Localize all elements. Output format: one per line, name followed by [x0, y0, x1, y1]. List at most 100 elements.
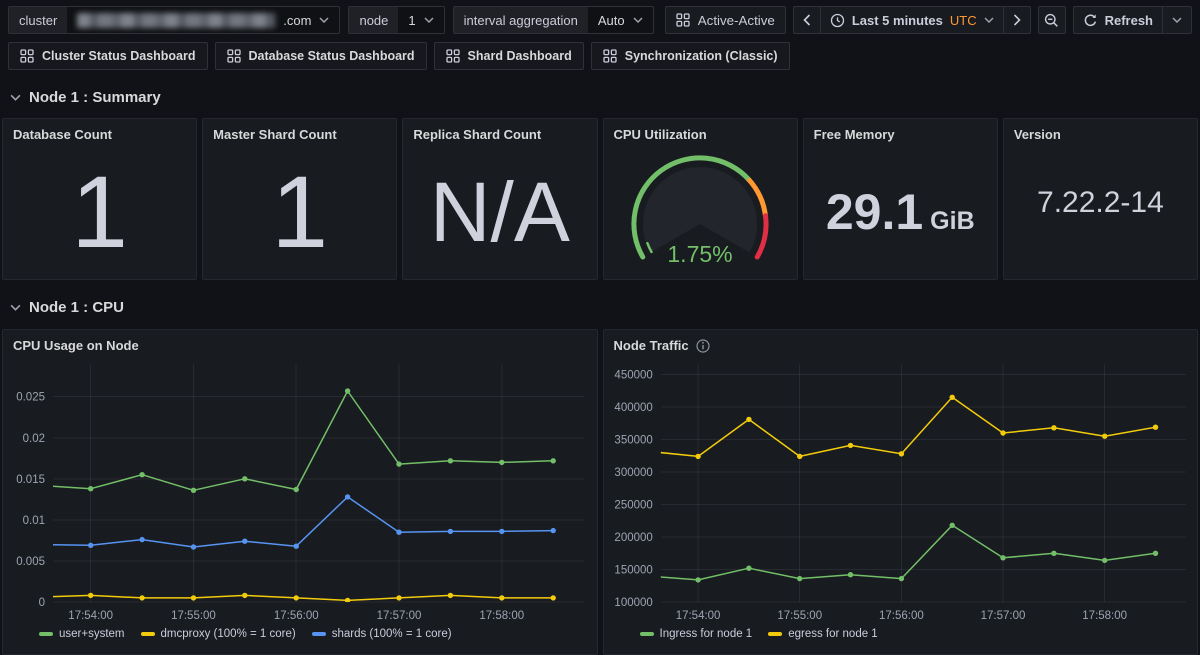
angle-right-icon: [1013, 14, 1021, 26]
panel-title-text: Free Memory: [814, 127, 895, 142]
row-title: Node 1 : Summary: [29, 89, 161, 106]
refresh-picker: Refresh: [1073, 6, 1192, 34]
panel-version: Version 7.22.2-14: [1003, 118, 1198, 280]
zoom-out-icon: [1044, 13, 1059, 28]
panel-title-text: CPU Usage on Node: [13, 338, 139, 353]
interval-aggregation-value[interactable]: Auto: [588, 7, 653, 33]
panel-title[interactable]: CPU Utilization: [604, 119, 797, 146]
time-range-label: Last 5 minutes: [852, 13, 943, 28]
panel-title-text: Master Shard Count: [213, 127, 337, 142]
panel-title[interactable]: Database Count: [3, 119, 196, 146]
topbar: cluster .com node 1 interval aggregation…: [0, 0, 1200, 34]
node-traffic-chart[interactable]: 1000001500002000002500003000003500004000…: [604, 358, 1196, 624]
svg-text:0: 0: [39, 597, 45, 609]
row-header-summary[interactable]: Node 1 : Summary: [10, 86, 1200, 108]
time-shift-forward-button[interactable]: [1003, 7, 1030, 33]
legend-item[interactable]: Ingress for node 1: [640, 628, 753, 640]
legend-swatch: [141, 632, 155, 636]
stat-value: 1: [71, 161, 128, 263]
cpu-usage-chart[interactable]: 00.0050.010.0150.020.02517:54:0017:55:00…: [3, 358, 594, 624]
interval-aggregation-value-text: Auto: [598, 13, 625, 28]
refresh-label: Refresh: [1105, 13, 1153, 28]
active-active-button[interactable]: Active-Active: [665, 6, 786, 34]
legend-item[interactable]: user+system: [39, 628, 125, 640]
svg-text:250000: 250000: [614, 500, 652, 512]
redacted-cluster-name: [77, 13, 275, 28]
cluster-variable-label: cluster: [9, 7, 67, 33]
legend-swatch: [768, 632, 782, 636]
refresh-interval-dropdown[interactable]: [1162, 7, 1191, 33]
node-variable-value[interactable]: 1: [398, 7, 443, 33]
svg-text:150000: 150000: [614, 565, 652, 577]
interval-aggregation-label: interval aggregation: [454, 7, 588, 33]
interval-aggregation-variable[interactable]: interval aggregation Auto: [453, 6, 654, 34]
legend-label: shards (100% = 1 core): [332, 628, 452, 640]
apps-grid-icon: [603, 49, 617, 63]
svg-text:17:57:00: 17:57:00: [980, 610, 1025, 622]
node-variable[interactable]: node 1: [348, 6, 444, 34]
panel-title[interactable]: Version: [1004, 119, 1197, 146]
chevron-down-icon: [1172, 17, 1182, 23]
panel-title-text: CPU Utilization: [614, 127, 707, 142]
svg-text:1.75%: 1.75%: [667, 241, 732, 267]
topbar-right-controls: Active-Active Last 5 minutes UTC Refresh: [665, 6, 1192, 34]
time-range-button[interactable]: Last 5 minutes UTC: [820, 7, 1003, 33]
row-header-cpu[interactable]: Node 1 : CPU: [10, 296, 1200, 318]
info-icon[interactable]: [696, 339, 710, 353]
node-variable-label: node: [349, 7, 398, 33]
link-shard-dashboard[interactable]: Shard Dashboard: [434, 42, 584, 70]
panel-title[interactable]: Node Traffic: [604, 330, 1198, 357]
link-synchronization-classic[interactable]: Synchronization (Classic): [591, 42, 790, 70]
panel-database-count: Database Count 1: [2, 118, 197, 280]
svg-text:350000: 350000: [614, 435, 652, 447]
panel-title[interactable]: Replica Shard Count: [403, 119, 596, 146]
refresh-icon: [1083, 13, 1098, 28]
cluster-variable-value[interactable]: .com: [67, 7, 339, 33]
panel-title[interactable]: CPU Usage on Node: [3, 330, 597, 357]
summary-stats-row: Database Count 1 Master Shard Count 1 Re…: [0, 118, 1200, 280]
panel-title-text: Database Count: [13, 127, 112, 142]
time-shift-back-button[interactable]: [794, 7, 820, 33]
panel-title-text: Replica Shard Count: [413, 127, 541, 142]
legend-label: dmcproxy (100% = 1 core): [161, 628, 296, 640]
apps-grid-icon: [227, 49, 241, 63]
cluster-variable[interactable]: cluster .com: [8, 6, 340, 34]
panel-node-traffic: Node Traffic 100000150000200000250000300…: [603, 329, 1199, 655]
svg-text:400000: 400000: [614, 402, 652, 414]
panel-title[interactable]: Free Memory: [804, 119, 997, 146]
link-database-status-dashboard[interactable]: Database Status Dashboard: [215, 42, 427, 70]
apps-grid-icon: [446, 49, 460, 63]
row-title: Node 1 : CPU: [29, 299, 124, 316]
zoom-out-button[interactable]: [1038, 6, 1066, 34]
svg-text:0.025: 0.025: [16, 392, 45, 404]
panel-title[interactable]: Master Shard Count: [203, 119, 396, 146]
stat-value: N/A: [430, 170, 570, 254]
legend-item[interactable]: shards (100% = 1 core): [312, 628, 452, 640]
panel-master-shard-count: Master Shard Count 1: [202, 118, 397, 280]
svg-text:17:58:00: 17:58:00: [1082, 610, 1127, 622]
svg-text:200000: 200000: [614, 532, 652, 544]
angle-left-icon: [803, 14, 811, 26]
panel-replica-shard-count: Replica Shard Count N/A: [402, 118, 597, 280]
panel-free-memory: Free Memory 29.1 GiB: [803, 118, 998, 280]
svg-text:17:54:00: 17:54:00: [68, 610, 113, 622]
chevron-down-icon: [319, 17, 329, 23]
legend-label: Ingress for node 1: [660, 628, 753, 640]
refresh-button[interactable]: Refresh: [1074, 7, 1162, 33]
panel-title-text: Version: [1014, 127, 1061, 142]
panel-title-text: Node Traffic: [614, 338, 689, 353]
clock-icon: [830, 13, 845, 28]
apps-grid-icon: [20, 49, 34, 63]
legend-item[interactable]: dmcproxy (100% = 1 core): [141, 628, 296, 640]
svg-text:0.02: 0.02: [23, 433, 45, 445]
link-cluster-status-dashboard[interactable]: Cluster Status Dashboard: [8, 42, 208, 70]
legend-item[interactable]: egress for node 1: [768, 628, 878, 640]
svg-text:300000: 300000: [614, 467, 652, 479]
free-memory-unit: GiB: [930, 207, 974, 236]
active-active-label: Active-Active: [698, 13, 775, 28]
free-memory-number: 29.1: [826, 187, 923, 237]
svg-text:0.01: 0.01: [23, 515, 45, 527]
svg-text:17:54:00: 17:54:00: [675, 610, 720, 622]
chevron-down-icon: [424, 17, 434, 23]
apps-grid-icon: [676, 13, 690, 27]
